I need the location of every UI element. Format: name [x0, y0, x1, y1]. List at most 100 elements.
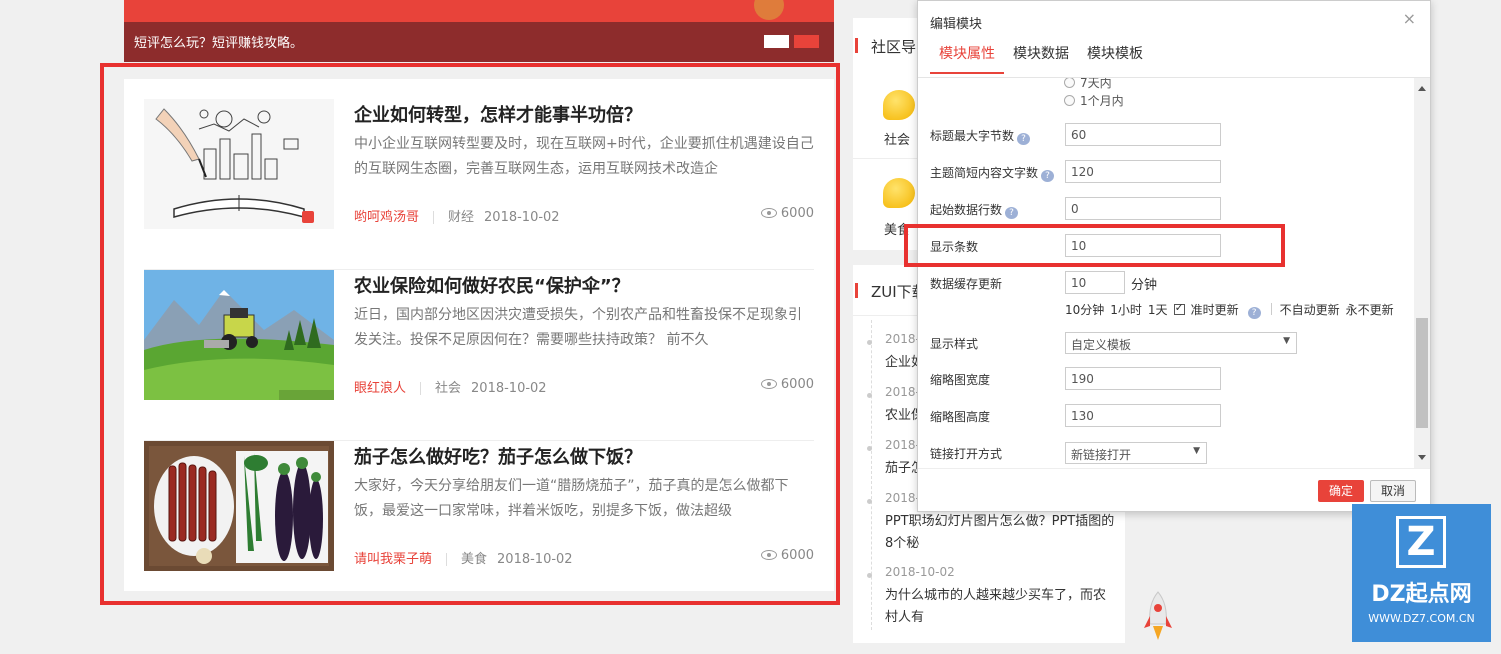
close-icon[interactable]: × — [1403, 9, 1416, 28]
article-meta: 哟呵鸡汤哥 财经 2018-10-02 — [354, 206, 560, 225]
dz7-watermark-logo: Z DZ起点网 WWW.DZ7.COM.CN — [1352, 504, 1491, 642]
display-style-label: 显示样式 — [930, 337, 979, 351]
meta-divider — [420, 382, 422, 395]
chevron-down-icon: ▼ — [1283, 336, 1290, 346]
help-icon[interactable]: ? — [1005, 207, 1019, 219]
timeline-dot — [867, 340, 872, 345]
view-count: 6000 — [780, 377, 814, 392]
article-views: 6000 — [760, 377, 814, 392]
radio-label: 7天内 — [1080, 78, 1112, 90]
timeline-title[interactable]: 为什么城市的人越来越少买车了，而农村人有 — [885, 585, 1115, 629]
cache-update-input[interactable] — [1065, 271, 1125, 294]
article-date: 2018-10-02 — [497, 552, 573, 567]
cache-option-1day[interactable]: 1天 — [1148, 303, 1168, 317]
timeline-dot — [867, 446, 872, 451]
article-date: 2018-10-02 — [484, 210, 560, 225]
cache-quick-options: 10分钟 1小时 1天 准时更新? 不自动更新永不更新 — [1065, 301, 1400, 319]
logo-mark: Z — [1396, 516, 1446, 568]
chat-bubble-icon — [883, 90, 915, 120]
confirm-button[interactable]: 确定 — [1318, 480, 1364, 502]
title-max-bytes-label: 标题最大字节数? — [930, 127, 1031, 145]
article-title[interactable]: 农业保险如何做好农民“保护伞”？ — [354, 272, 630, 298]
scroll-up-icon[interactable] — [1418, 86, 1426, 91]
cache-option-10min[interactable]: 10分钟 — [1065, 303, 1104, 317]
link-open-select[interactable]: 新链接打开 ▼ — [1065, 442, 1207, 464]
eye-icon — [760, 550, 777, 560]
article-item[interactable]: 农业保险如何做好农民“保护伞”？ 近日，国内部分地区因洪灾遭受损失，个别农产品和… — [144, 270, 814, 441]
select-value: 新链接打开 — [1071, 448, 1132, 462]
display-style-select[interactable]: 自定义模板 ▼ — [1065, 332, 1297, 354]
eye-icon — [760, 208, 777, 218]
summary-chars-label: 主题简短内容文字数? — [930, 164, 1055, 182]
cache-option-1hour[interactable]: 1小时 — [1110, 303, 1142, 317]
nav-item-label[interactable]: 社会 — [884, 129, 910, 148]
slider-dot-1[interactable] — [764, 35, 789, 48]
article-thumbnail[interactable] — [144, 441, 334, 571]
summary-chars-input[interactable] — [1065, 160, 1221, 183]
timeline-dot — [867, 573, 872, 578]
help-icon[interactable]: ? — [1247, 307, 1261, 319]
slider-dot-2[interactable] — [794, 35, 819, 48]
article-views: 6000 — [760, 206, 814, 221]
article-author[interactable]: 哟呵鸡汤哥 — [354, 210, 419, 225]
article-list: 企业如何转型，怎样才能事半功倍？ 中小企业互联网转型要及时，现在互联网+时代，企… — [124, 79, 834, 591]
cache-option-never[interactable]: 永不更新 — [1346, 303, 1394, 317]
scroll-thumb[interactable] — [1416, 318, 1428, 428]
radio-option[interactable]: 7天内 — [1064, 78, 1112, 91]
thumb-height-input[interactable] — [1065, 404, 1221, 427]
start-row-input[interactable] — [1065, 197, 1221, 220]
thumb-width-input[interactable] — [1065, 367, 1221, 390]
cache-option-on-time[interactable]: 准时更新 — [1191, 303, 1239, 317]
timeline-dot — [867, 499, 872, 504]
meta-divider — [446, 553, 448, 566]
article-item[interactable]: 茄子怎么做好吃？茄子怎么做下饭？ 大家好，今天分享给朋友们一道“腊肠烧茄子”，茄… — [144, 441, 814, 591]
timeline-dot — [867, 393, 872, 398]
thumb-height-label: 缩略图高度 — [930, 410, 991, 424]
banner-caption[interactable]: 短评怎么玩？短评赚钱攻略。 — [134, 32, 303, 51]
cache-update-label: 数据缓存更新 — [930, 277, 1003, 291]
article-thumbnail[interactable] — [144, 99, 334, 229]
article-author[interactable]: 请叫我栗子萌 — [354, 552, 432, 567]
on-time-update-checkbox[interactable] — [1173, 301, 1185, 315]
link-open-label: 链接打开方式 — [930, 447, 1003, 461]
article-category: 美食 — [461, 552, 488, 567]
view-count: 6000 — [780, 206, 814, 221]
tab-module-data[interactable]: 模块数据 — [1004, 41, 1078, 72]
radio-option[interactable]: 1个月内 — [1064, 92, 1124, 109]
dialog-scrollbar[interactable] — [1414, 78, 1430, 468]
article-item[interactable]: 企业如何转型，怎样才能事半功倍？ 中小企业互联网转型要及时，现在互联网+时代，企… — [144, 99, 814, 270]
select-value: 自定义模板 — [1071, 338, 1132, 352]
article-meta: 请叫我栗子萌 美食 2018-10-02 — [354, 548, 573, 567]
tab-module-properties[interactable]: 模块属性 — [930, 41, 1004, 74]
article-summary: 中小企业互联网转型要及时，现在互联网+时代，企业要抓住机遇建设自己的互联网生态圈… — [354, 136, 814, 177]
logo-name: DZ起点网 — [1371, 582, 1472, 607]
dialog-tabs: 模块属性 模块数据 模块模板 — [930, 41, 1420, 74]
title-max-bytes-input[interactable] — [1065, 123, 1221, 146]
cache-option-no-auto[interactable]: 不自动更新 — [1280, 303, 1340, 317]
help-icon[interactable]: ? — [1041, 170, 1055, 182]
article-category: 社会 — [435, 381, 462, 396]
timeline-title[interactable]: PPT职场幻灯片图片怎么做？PPT插图的8个秘 — [885, 511, 1115, 555]
article-thumbnail[interactable] — [144, 270, 334, 400]
scroll-down-icon[interactable] — [1418, 455, 1426, 460]
article-title[interactable]: 茄子怎么做好吃？茄子怎么做下饭？ — [354, 443, 642, 469]
tab-module-template[interactable]: 模块模板 — [1078, 41, 1152, 72]
dialog-form: 7天内 1个月内 标题最大字节数? 主题简短内容文字数? 起始数据行数? 显示条… — [918, 78, 1414, 468]
farm-tractor-image — [144, 270, 334, 400]
back-to-top-rocket-icon[interactable] — [1144, 590, 1172, 642]
article-meta: 眼红浪人 社会 2018-10-02 — [354, 377, 547, 396]
radio-button[interactable] — [1064, 95, 1075, 106]
chat-bubble-icon — [883, 178, 915, 208]
article-summary: 大家好，今天分享给朋友们一道“腊肠烧茄子”，茄子真的是怎么做都下饭，最爱这一口家… — [354, 478, 789, 519]
banner-slider[interactable]: 短评怎么玩？短评赚钱攻略。 — [124, 0, 834, 62]
field-label-text: 起始数据行数 — [930, 203, 1003, 217]
article-author[interactable]: 眼红浪人 — [354, 381, 406, 396]
start-row-label: 起始数据行数? — [930, 201, 1019, 219]
field-label-text: 标题最大字节数 — [930, 129, 1015, 143]
article-title[interactable]: 企业如何转型，怎样才能事半功倍？ — [354, 101, 642, 127]
article-views: 6000 — [760, 548, 814, 563]
radio-button[interactable] — [1064, 78, 1075, 88]
cancel-button[interactable]: 取消 — [1370, 480, 1416, 502]
help-icon[interactable]: ? — [1017, 133, 1031, 145]
field-label-text: 主题简短内容文字数 — [930, 166, 1039, 180]
